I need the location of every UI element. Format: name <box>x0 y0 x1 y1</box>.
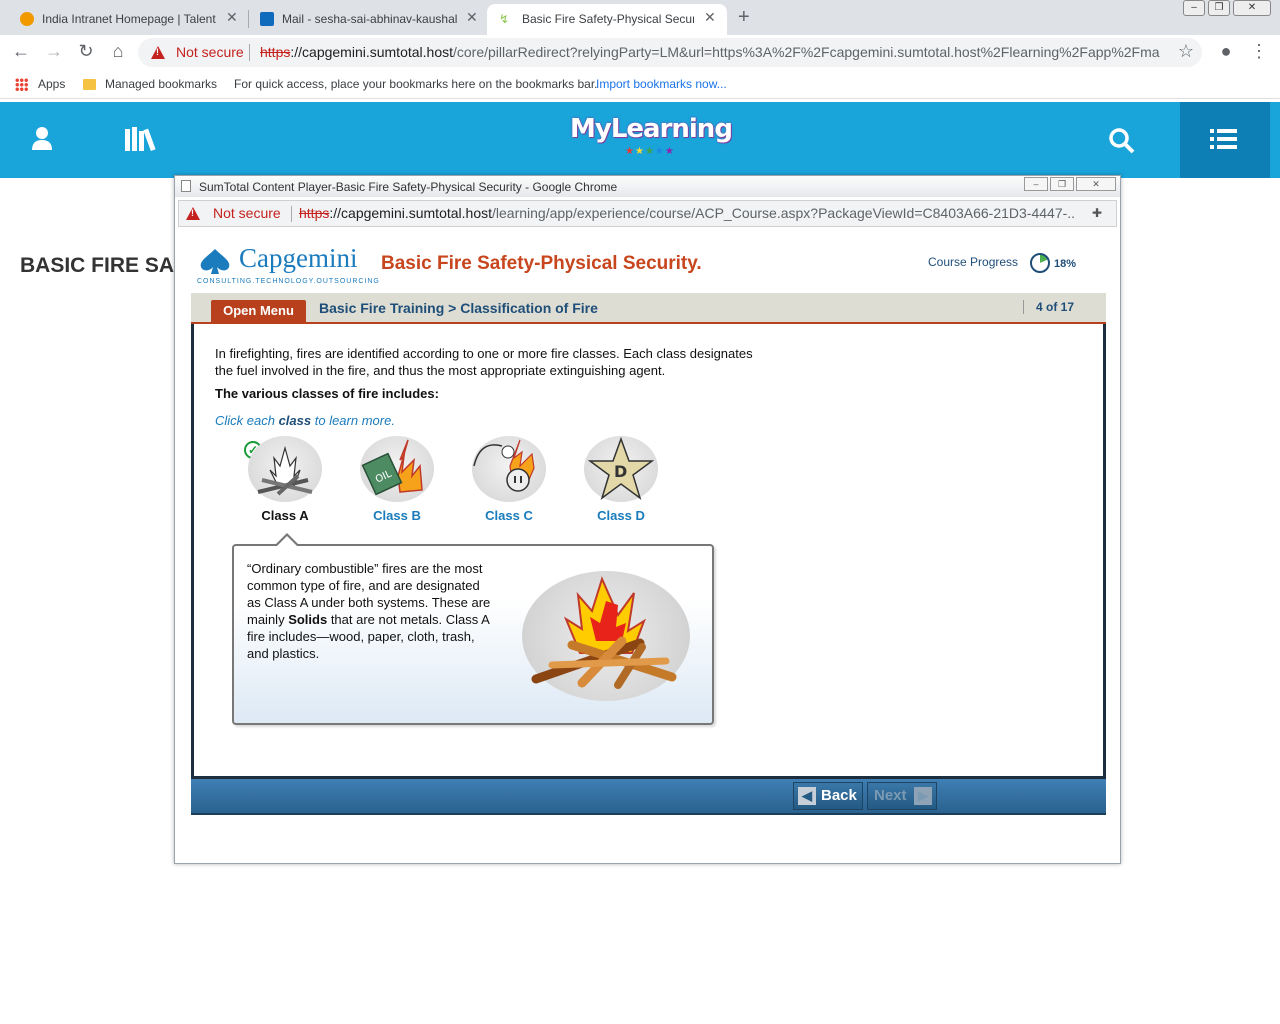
class-c-button[interactable]: Class C <box>469 436 549 523</box>
back-arrow-icon[interactable]: ← <box>9 41 33 62</box>
list-menu-icon <box>1210 129 1237 149</box>
popup-restore-button[interactable]: ❐ <box>1050 177 1074 191</box>
course-title: Basic Fire Safety-Physical Security. <box>381 253 702 274</box>
outlook-icon <box>260 12 274 26</box>
metal-star-d-icon: D <box>584 436 658 502</box>
bookmark-star-icon[interactable]: ☆ <box>1174 41 1198 62</box>
class-a-button[interactable]: Class A <box>245 436 325 523</box>
oil-can-fire-icon: OIL <box>360 436 434 502</box>
popup-url-text[interactable]: https://capgemini.sumtotal.host/learning… <box>299 205 1074 221</box>
browser-toolbar: ← → ↻ ⌂ Not secure https://capgemini.sum… <box>0 35 1280 71</box>
class-b-button[interactable]: OIL Class B <box>357 436 437 523</box>
sumtotal-icon: ↯ <box>499 12 510 26</box>
apps-link[interactable]: Apps <box>38 77 65 91</box>
popup-address-bar[interactable]: Not secure https://capgemini.sumtotal.ho… <box>178 200 1117 227</box>
course-progress-label: Course Progress <box>928 255 1019 269</box>
course-player-window: SumTotal Content Player-Basic Fire Safet… <box>174 175 1121 864</box>
document-icon <box>181 180 191 192</box>
restore-button[interactable]: ❐ <box>1208 0 1230 16</box>
apps-grid-icon <box>15 78 28 91</box>
not-secure-label: Not secure <box>213 205 281 221</box>
import-bookmarks-link[interactable]: Import bookmarks now... <box>596 77 727 91</box>
new-tab-button[interactable]: + <box>738 6 750 29</box>
page-heading: BASIC FIRE SAI <box>20 254 180 277</box>
menu-kebab-icon[interactable]: ⋮ <box>1247 41 1271 62</box>
click-hint: Click each class to learn more. <box>215 413 395 428</box>
course-nav-bar: ◀ Back Next ▶ <box>191 779 1106 815</box>
reload-icon[interactable]: ↻ <box>74 41 98 62</box>
arrow-right-icon: ▶ <box>914 787 932 805</box>
site-header: MyLearning ★★★★★ <box>0 102 1280 178</box>
class-label: Class C <box>485 508 533 523</box>
progress-pie <box>1030 253 1050 273</box>
class-label: Class B <box>373 508 421 523</box>
bookmarks-bar: Apps Managed bookmarks For quick access,… <box>0 71 1280 99</box>
warning-icon <box>186 207 200 220</box>
close-tab-icon[interactable]: ✕ <box>226 9 238 26</box>
tab-mail[interactable]: Mail - sesha-sai-abhinav-kaushal ✕ <box>240 4 486 35</box>
search-icon[interactable] <box>1109 128 1135 154</box>
forward-arrow-icon[interactable]: → <box>42 41 66 62</box>
browser-tab-strip: India Intranet Homepage | Talent ✕ Mail … <box>0 0 1280 35</box>
tab-title: Basic Fire Safety-Physical Security <box>522 12 694 26</box>
page-counter: 4 of 17 <box>1023 300 1074 314</box>
warning-icon <box>151 46 165 59</box>
library-books-icon[interactable] <box>125 127 159 151</box>
intro-text: In firefighting, fires are identified ac… <box>215 346 753 378</box>
close-window-button[interactable]: ✕ <box>1233 0 1271 16</box>
class-label: Class A <box>261 508 309 523</box>
next-button[interactable]: Next ▶ <box>867 782 937 810</box>
menu-button[interactable] <box>1180 102 1270 178</box>
breadcrumb: Basic Fire Training > Classification of … <box>319 300 598 316</box>
electrical-plug-fire-icon <box>472 436 546 502</box>
arrow-left-icon: ◀ <box>798 787 816 805</box>
back-button[interactable]: ◀ Back <box>793 782 863 810</box>
profile-icon[interactable]: ● <box>1214 41 1238 62</box>
popup-close-button[interactable]: ✕ <box>1076 177 1116 191</box>
close-tab-icon[interactable]: ✕ <box>466 9 478 26</box>
minimize-button[interactable]: ‒ <box>1183 0 1205 16</box>
popup-window-title: SumTotal Content Player-Basic Fire Safet… <box>199 180 618 194</box>
class-description: “Ordinary combustible” fires are the mos… <box>247 561 491 661</box>
user-icon[interactable] <box>31 126 53 150</box>
popup-titlebar: SumTotal Content Player-Basic Fire Safet… <box>175 176 1120 197</box>
tab-fire-safety[interactable]: ↯ Basic Fire Safety-Physical Security ✕ <box>487 4 727 35</box>
course-progress-value: 18% <box>1054 258 1077 270</box>
popup-minimize-button[interactable]: ‒ <box>1024 177 1048 191</box>
class-label: Class D <box>597 508 645 523</box>
open-menu-button[interactable]: Open Menu <box>211 300 306 322</box>
course-player: Capgemini CONSULTING.TECHNOLOGY.OUTSOURC… <box>175 231 1120 863</box>
address-bar[interactable]: Not secure https://capgemini.sumtotal.ho… <box>138 38 1202 67</box>
talent-icon <box>20 12 34 26</box>
tab-title: Mail - sesha-sai-abhinav-kaushal <box>282 12 458 26</box>
svg-text:D: D <box>614 462 627 481</box>
url-text[interactable]: https://capgemini.sumtotal.host/core/pil… <box>260 44 1160 60</box>
extension-icon[interactable]: ✚ <box>1092 206 1106 220</box>
class-d-button[interactable]: D Class D <box>581 436 661 523</box>
logo-stars: ★★★★★ <box>625 146 675 157</box>
folder-icon <box>83 79 96 90</box>
lesson-content: In firefighting, fires are identified ac… <box>191 324 1106 779</box>
brand-tagline: CONSULTING.TECHNOLOGY.OUTSOURCING <box>197 278 380 285</box>
spade-logo-icon <box>200 249 230 274</box>
not-secure-label: Not secure <box>176 44 244 60</box>
breadcrumb-bar: Open Menu Basic Fire Training > Classifi… <box>191 293 1106 324</box>
tab-intranet[interactable]: India Intranet Homepage | Talent ✕ <box>0 4 246 35</box>
bookmarks-hint: For quick access, place your bookmarks h… <box>234 77 598 91</box>
campfire-illustration-icon <box>522 571 690 701</box>
classes-heading: The various classes of fire includes: <box>215 386 439 401</box>
campfire-icon <box>248 436 322 502</box>
close-tab-icon[interactable]: ✕ <box>704 9 716 26</box>
mylearning-logo[interactable]: MyLearning ★★★★★ <box>570 114 733 157</box>
class-info-callout: “Ordinary combustible” fires are the mos… <box>232 533 714 725</box>
tab-title: India Intranet Homepage | Talent <box>42 12 216 26</box>
home-icon[interactable]: ⌂ <box>106 41 130 62</box>
managed-bookmarks[interactable]: Managed bookmarks <box>105 77 217 91</box>
